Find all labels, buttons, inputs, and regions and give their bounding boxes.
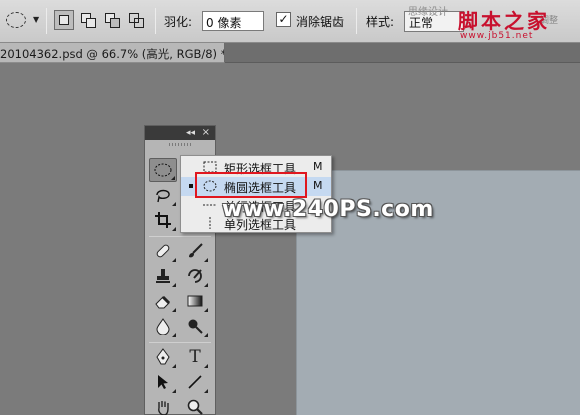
separator [155,8,156,34]
separator [356,8,357,34]
menu-item-shortcut: M [313,160,323,173]
collapse-icon[interactable]: ◂◂ [186,126,195,140]
history-brush-icon[interactable] [181,264,209,288]
divider [149,236,211,237]
site-logo: 脚本之家 [458,9,550,33]
options-bar: ▼ 羽化: 0 像素 ✓ 消除锯齿 样式: 正常 思缘设计 调整 脚本之家 ww… [0,0,580,43]
single-row-marquee-icon [203,204,217,206]
separator [46,8,47,34]
eraser-icon[interactable] [149,289,177,313]
antialias-checkbox[interactable]: ✓ [276,12,291,27]
document-tab[interactable]: 20104362.psd @ 66.7% (高光, RGB/8) * × [0,43,225,63]
antialias-label: 消除锯齿 [296,15,345,29]
blur-icon[interactable] [149,314,177,338]
selected-bullet-icon [189,184,193,188]
lasso-tool[interactable] [149,183,177,207]
annotation-highlight-box [195,172,307,198]
crop-tool[interactable] [149,208,177,232]
hand-icon[interactable] [149,395,177,415]
gradient-icon[interactable] [181,289,209,313]
feather-input[interactable]: 0 像素 [202,11,264,31]
feather-label: 羽化: [164,15,193,29]
divider [149,342,211,343]
style-label: 样式: [366,15,395,29]
marquee-tool[interactable] [149,158,177,182]
dodge-icon[interactable] [181,314,209,338]
zoom-icon[interactable] [181,395,209,415]
document-tab-title: 20104362.psd @ 66.7% (高光, RGB/8) * [0,47,225,61]
chevron-down-icon[interactable]: ▼ [33,15,39,24]
pen-icon[interactable] [149,345,177,369]
overlay-watermark: www.240PS.com [222,197,434,222]
tools-panel-header[interactable]: ◂◂ × [145,126,215,140]
line-tool-icon[interactable] [181,370,209,394]
new-selection-button[interactable] [54,10,74,30]
close-icon[interactable]: × [202,126,210,140]
spot-healing-icon[interactable] [149,239,177,263]
add-to-selection-button[interactable] [78,10,98,30]
brush-icon[interactable] [181,239,209,263]
clone-stamp-icon[interactable] [149,264,177,288]
type-tool[interactable]: T [181,345,209,369]
single-column-marquee-icon [209,217,211,229]
path-selection-icon[interactable] [149,370,177,394]
site-logo-url: www.jb51.net [460,31,534,41]
ellipse-marquee-preset-icon[interactable] [6,12,26,28]
menu-item-shortcut: M [313,179,323,192]
subtract-from-selection-button[interactable] [102,10,122,30]
faded-watermark-caption: 思缘设计 [408,7,448,18]
tab-strip [225,43,580,63]
intersect-selection-button[interactable] [126,10,146,30]
panel-grip[interactable] [145,140,215,150]
